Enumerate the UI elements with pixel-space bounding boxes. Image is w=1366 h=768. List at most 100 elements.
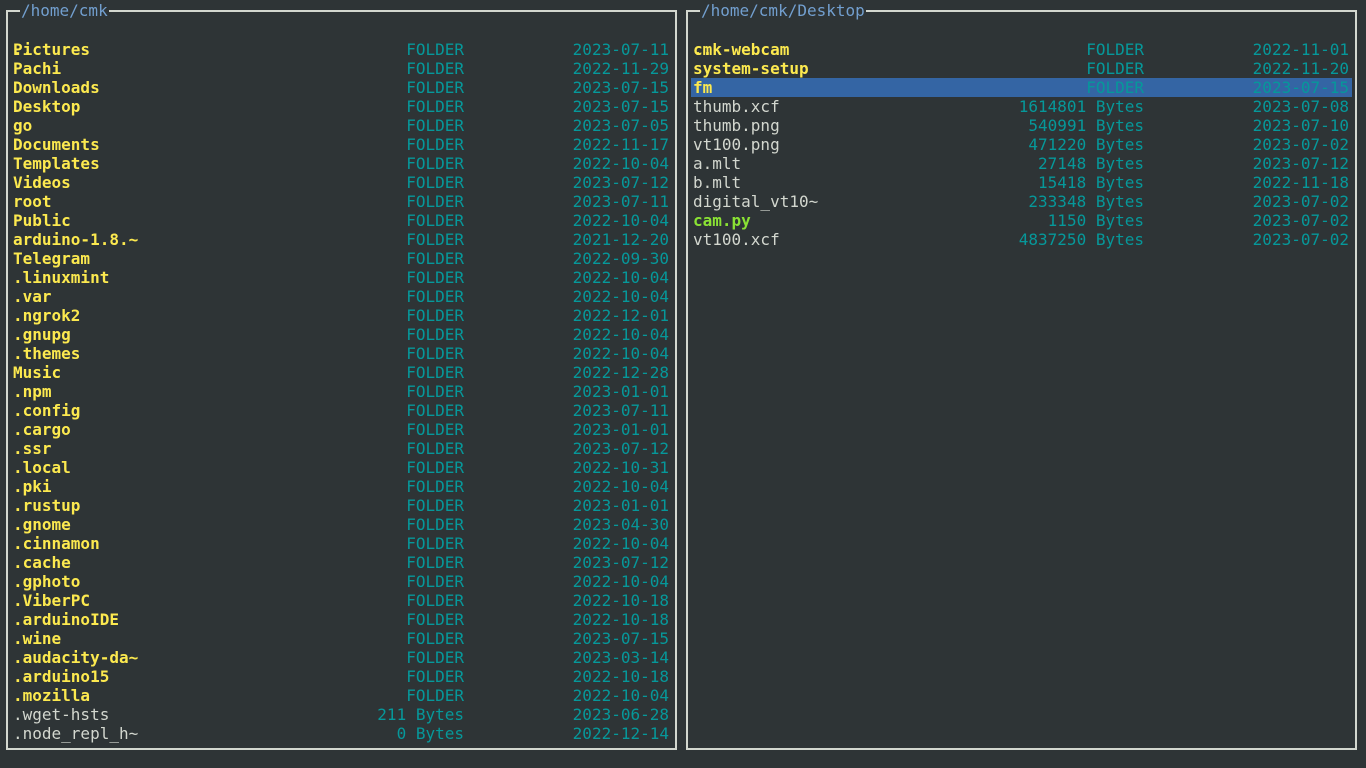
entry-date: 2022-10-18 <box>572 610 669 629</box>
entry-date: 2023-03-14 <box>572 648 669 667</box>
entry-size: FOLDER <box>406 629 464 648</box>
entry-name: digital_vt10~ <box>693 192 819 211</box>
folder-entry[interactable]: Documents FOLDER 2022-11-17 <box>11 135 672 154</box>
parent-dir-entry[interactable]: .. <box>691 21 1352 59</box>
folder-entry[interactable]: .ssr FOLDER 2023-07-12 <box>11 439 672 458</box>
left-file-list[interactable]: .. Pictures FOLDER 2023-07-11 Pachi FOLDER 20… <box>11 21 672 743</box>
entry-size: FOLDER <box>406 382 464 401</box>
folder-entry[interactable]: system-setup FOLDER 2022-11-20 <box>691 59 1352 78</box>
folder-entry[interactable]: .cinnamon FOLDER 2022-10-04 <box>11 534 672 553</box>
folder-entry[interactable]: .ngrok2 FOLDER 2022-12-01 <box>11 306 672 325</box>
folder-entry[interactable]: .arduino15 FOLDER 2022-10-18 <box>11 667 672 686</box>
file-entry[interactable]: thumb.xcf 1614801 Bytes 2023-07-08 <box>691 97 1352 116</box>
entry-date: 2023-07-05 <box>572 116 669 135</box>
left-file-panel[interactable]: /home/cmk .. Pictures FOLDER 2023-07-11 Pac… <box>6 1 677 750</box>
folder-entry[interactable]: .gnome FOLDER 2023-04-30 <box>11 515 672 534</box>
folder-entry[interactable]: Pachi FOLDER 2022-11-29 <box>11 59 672 78</box>
entry-name: Telegram <box>13 249 91 268</box>
entry-date: 2022-10-04 <box>572 572 669 591</box>
folder-entry[interactable]: .rustup FOLDER 2023-01-01 <box>11 496 672 515</box>
entry-size: FOLDER <box>406 268 464 287</box>
folder-entry[interactable]: .local FOLDER 2022-10-31 <box>11 458 672 477</box>
entry-size: 211 Bytes <box>377 705 464 724</box>
file-entry[interactable]: cam.py 1150 Bytes 2023-07-02 <box>691 211 1352 230</box>
folder-entry[interactable]: .mozilla FOLDER 2022-10-04 <box>11 686 672 705</box>
folder-entry[interactable]: Downloads FOLDER 2023-07-15 <box>11 78 672 97</box>
entry-date: 2022-10-04 <box>572 534 669 553</box>
folder-entry[interactable]: Pictures FOLDER 2023-07-11 <box>11 40 672 59</box>
folder-entry[interactable]: Music FOLDER 2022-12-28 <box>11 363 672 382</box>
file-entry[interactable]: vt100.xcf 4837250 Bytes 2023-07-02 <box>691 230 1352 249</box>
folder-entry[interactable]: .var FOLDER 2022-10-04 <box>11 287 672 306</box>
folder-entry[interactable]: arduino-1.8.~ FOLDER 2021-12-20 <box>11 230 672 249</box>
entry-date: 2022-10-04 <box>572 268 669 287</box>
folder-entry[interactable]: Telegram FOLDER 2022-09-30 <box>11 249 672 268</box>
entry-date: 2022-11-01 <box>1252 40 1349 59</box>
parent-dir-entry[interactable]: .. <box>11 21 672 59</box>
entry-size: 1614801 Bytes <box>1018 97 1144 116</box>
folder-entry[interactable]: .linuxmint FOLDER 2022-10-04 <box>11 268 672 287</box>
file-entry[interactable]: digital_vt10~ 233348 Bytes 2023-07-02 <box>691 192 1352 211</box>
entry-name: vt100.png <box>693 135 780 154</box>
entry-size: FOLDER <box>406 667 464 686</box>
entry-size: FOLDER <box>406 572 464 591</box>
entry-date: 2023-01-01 <box>572 496 669 515</box>
file-entry[interactable]: .wget-hsts 211 Bytes 2023-06-28 <box>11 705 672 724</box>
file-entry[interactable]: a.mlt 27148 Bytes 2023-07-12 <box>691 154 1352 173</box>
file-entry[interactable]: b.mlt 15418 Bytes 2022-11-18 <box>691 173 1352 192</box>
entry-name: .ngrok2 <box>13 306 81 325</box>
right-file-list[interactable]: .. cmk-webcam FOLDER 2022-11-01 system-setu… <box>691 21 1352 249</box>
entry-date: 2023-07-12 <box>572 553 669 572</box>
entry-size: FOLDER <box>406 97 464 116</box>
entry-date: 2023-07-12 <box>572 173 669 192</box>
entry-date: 2023-07-02 <box>1252 135 1349 154</box>
entry-name: fm <box>693 78 713 97</box>
entry-name: .node_repl_h~ <box>13 724 139 743</box>
entry-size: FOLDER <box>406 173 464 192</box>
folder-entry[interactable]: .pki FOLDER 2022-10-04 <box>11 477 672 496</box>
entry-name: arduino-1.8.~ <box>13 230 139 249</box>
folder-entry[interactable]: .npm FOLDER 2023-01-01 <box>11 382 672 401</box>
entry-name: .gphoto <box>13 572 81 591</box>
entry-date: 2023-04-30 <box>572 515 669 534</box>
entry-date: 2022-12-14 <box>572 724 669 743</box>
folder-entry[interactable]: fm FOLDER 2023-07-15 <box>691 78 1352 97</box>
entry-name: thumb.xcf <box>693 97 780 116</box>
folder-entry[interactable]: .ViberPC FOLDER 2022-10-18 <box>11 591 672 610</box>
entry-name: vt100.xcf <box>693 230 780 249</box>
entry-size: FOLDER <box>406 211 464 230</box>
entry-date: 2022-10-04 <box>572 325 669 344</box>
entry-size: FOLDER <box>1086 59 1144 78</box>
folder-entry[interactable]: Public FOLDER 2022-10-04 <box>11 211 672 230</box>
entry-name: .cinnamon <box>13 534 100 553</box>
folder-entry[interactable]: .cache FOLDER 2023-07-12 <box>11 553 672 572</box>
file-entry[interactable]: vt100.png 471220 Bytes 2023-07-02 <box>691 135 1352 154</box>
folder-entry[interactable]: .gnupg FOLDER 2022-10-04 <box>11 325 672 344</box>
folder-entry[interactable]: .audacity-da~ FOLDER 2023-03-14 <box>11 648 672 667</box>
folder-entry[interactable]: .cargo FOLDER 2023-01-01 <box>11 420 672 439</box>
folder-entry[interactable]: Desktop FOLDER 2023-07-15 <box>11 97 672 116</box>
folder-entry[interactable]: .gphoto FOLDER 2022-10-04 <box>11 572 672 591</box>
entry-size: FOLDER <box>406 249 464 268</box>
entry-name: b.mlt <box>693 173 742 192</box>
entry-name: Pictures <box>13 40 91 59</box>
right-file-panel[interactable]: /home/cmk/Desktop .. cmk-webcam FOLDER 202… <box>686 1 1357 750</box>
folder-entry[interactable]: Videos FOLDER 2023-07-12 <box>11 173 672 192</box>
entry-date: 2023-07-02 <box>1252 192 1349 211</box>
folder-entry[interactable]: .config FOLDER 2023-07-11 <box>11 401 672 420</box>
folder-entry[interactable]: go FOLDER 2023-07-05 <box>11 116 672 135</box>
folder-entry[interactable]: Templates FOLDER 2022-10-04 <box>11 154 672 173</box>
folder-entry[interactable]: .arduinoIDE FOLDER 2022-10-18 <box>11 610 672 629</box>
entry-date: 2023-07-08 <box>1252 97 1349 116</box>
file-entry[interactable]: thumb.png 540991 Bytes 2023-07-10 <box>691 116 1352 135</box>
entry-date: 2022-09-30 <box>572 249 669 268</box>
folder-entry[interactable]: root FOLDER 2023-07-11 <box>11 192 672 211</box>
entry-name: .themes <box>13 344 81 363</box>
folder-entry[interactable]: .wine FOLDER 2023-07-15 <box>11 629 672 648</box>
file-entry[interactable]: .node_repl_h~ 0 Bytes 2022-12-14 <box>11 724 672 743</box>
folder-entry[interactable]: .themes FOLDER 2022-10-04 <box>11 344 672 363</box>
folder-entry[interactable]: cmk-webcam FOLDER 2022-11-01 <box>691 40 1352 59</box>
entry-date: 2023-07-10 <box>1252 116 1349 135</box>
entry-name: root <box>13 192 52 211</box>
entry-date: 2022-11-29 <box>572 59 669 78</box>
